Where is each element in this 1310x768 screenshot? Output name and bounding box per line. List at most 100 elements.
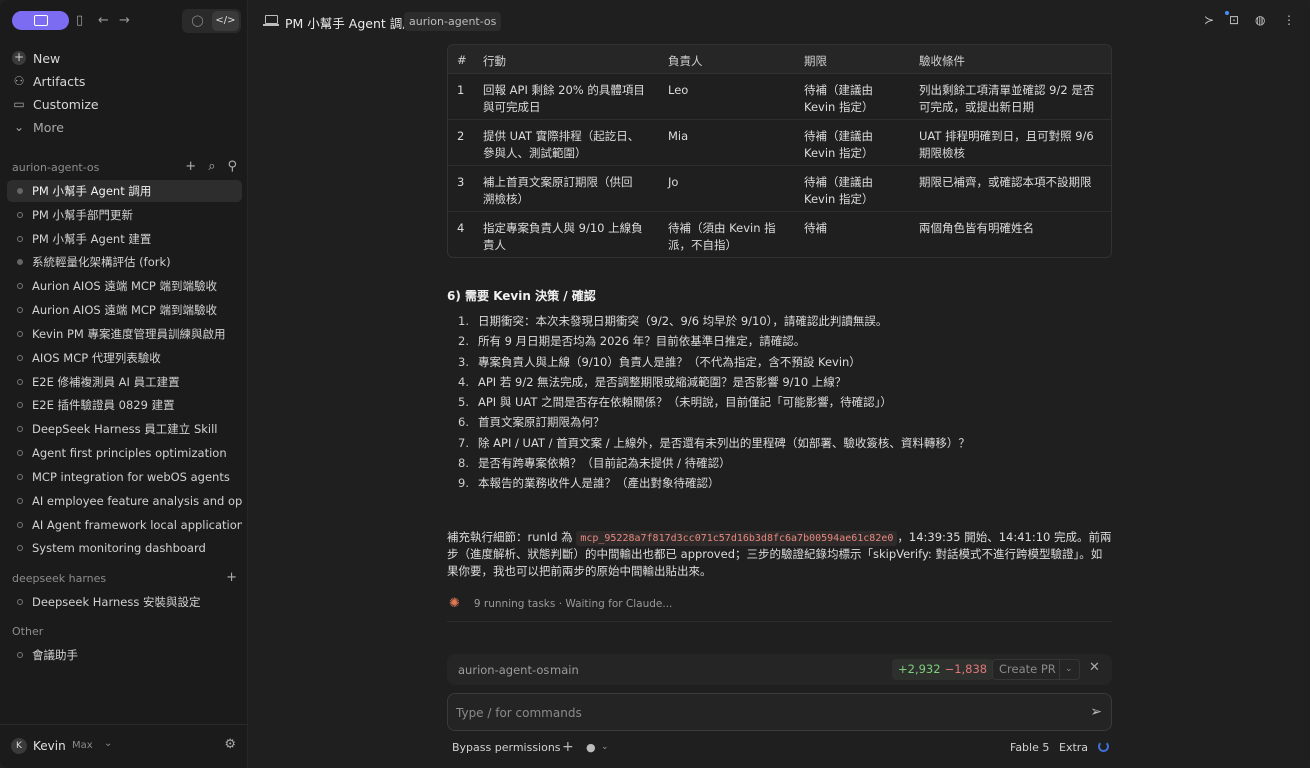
chat-mode-icon[interactable]: ◯ (184, 11, 211, 31)
microphone-icon[interactable]: ● (586, 741, 596, 754)
status-dot-icon (17, 259, 23, 265)
laptop-icon (263, 15, 279, 26)
mode-switch: ◯ </> (182, 9, 241, 33)
list-item-text: API 若 9/2 無法完成，是否調整期限或縮減範圍？是否影響 9/10 上線？ (478, 374, 847, 389)
user-name[interactable]: Kevin (33, 739, 66, 753)
nav-artifacts[interactable]: ⚇ Artifacts (12, 71, 86, 91)
create-pr-button[interactable]: Create PR ⌄ (992, 659, 1080, 680)
thread-item[interactable]: Aurion AIOS 遠端 MCP 端到端驗收 (7, 299, 242, 321)
close-icon[interactable]: ✕ (1089, 660, 1100, 675)
column-header: 負責人 (668, 54, 703, 68)
permissions-selector[interactable]: Bypass permissions (452, 741, 561, 754)
thread-item[interactable]: Deepseek Harness 安裝與設定 (7, 591, 242, 613)
preview-icon[interactable]: ⊡ (1229, 13, 1239, 27)
column-header: # (457, 53, 467, 67)
run-id-code: mcp_95228a7f817d3cc071c57d16b3d8fc6a7b00… (576, 531, 898, 546)
thread-item[interactable]: AI employee feature analysis and optim (7, 490, 242, 512)
thread-item[interactable]: DeepSeek Harness 員工建立 Skill (7, 418, 242, 440)
send-icon[interactable]: ➢ (1090, 704, 1102, 720)
status-dot-icon (17, 450, 23, 456)
thread-label: AIOS MCP 代理列表驗收 (32, 351, 161, 365)
thread-item[interactable]: E2E 插件驗證員 0829 建置 (7, 394, 242, 416)
thread-item[interactable]: E2E 修補複測員 AI 員工建置 (7, 371, 242, 393)
globe-icon[interactable]: ◍ (1255, 13, 1265, 27)
thread-label: 會議助手 (32, 648, 78, 662)
plus-icon[interactable]: + (562, 739, 574, 755)
branch-name[interactable]: main (550, 663, 579, 677)
nav-new[interactable]: + New (12, 48, 60, 68)
thread-item[interactable]: PM 小幫手部門更新 (7, 204, 242, 226)
status-dot-icon (17, 331, 23, 337)
thread-label: PM 小幫手部門更新 (32, 208, 134, 222)
status-dot-icon (17, 236, 23, 242)
add-thread-icon[interactable]: + (185, 159, 196, 174)
execution-detail: 補充執行細節：runId 為 mcp_95228a7f817d3cc071c57… (447, 529, 1112, 580)
table-cell: 兩個角色皆有明確姓名 (919, 221, 1034, 235)
header: PM 小幫手 Agent 調用 aurion-agent-os ≻ ⊡ ◍ ⋮ (249, 0, 1310, 42)
thread-item[interactable]: Kevin PM 專案進度管理員訓練與啟用 (7, 323, 242, 345)
chevron-down-icon[interactable]: ⌄ (1065, 660, 1073, 679)
thread-item[interactable]: PM 小幫手 Agent 調用 (7, 180, 242, 202)
table-header: # 行動 負責人 期限 驗收條件 (448, 45, 1111, 74)
repo-chip[interactable]: aurion-agent-os (404, 12, 502, 31)
code-mode-icon[interactable]: </> (212, 11, 239, 31)
terminal-icon[interactable]: ≻ (1204, 13, 1214, 27)
lines-removed: −1,838 (944, 662, 988, 676)
thread-label: DeepSeek Harness 員工建立 Skill (32, 422, 218, 436)
nav-customize[interactable]: ▭ Customize (12, 94, 98, 114)
chevron-down-icon[interactable]: ⌄ (601, 742, 609, 752)
table-cell: 待補（須由 Kevin 指 派，不自指） (668, 221, 776, 252)
table-cell: 4 (457, 221, 465, 235)
section-title: 6) 需要 Kevin 決策 / 確認 (447, 289, 596, 303)
divider (447, 621, 1112, 622)
composer-toolbar: Bypass permissions + ● ⌄ Fable 5 Extra (452, 739, 1112, 757)
table-cell: 3 (457, 175, 465, 189)
thread-item[interactable]: 系統輕量化架構評估 (fork) (7, 251, 242, 273)
avatar[interactable]: K (11, 738, 27, 754)
thread-label: 系統輕量化架構評估 (fork) (32, 255, 171, 269)
group-label: deepseek harnes (12, 572, 107, 585)
nav-more[interactable]: ⌄ More (12, 117, 64, 137)
status-dot-icon (17, 599, 23, 605)
list-item: 5. API 與 UAT 之間是否存在依賴關係？（未明說，目前僅記「可能影響，待確… (458, 393, 1108, 413)
list-item-text: 本報告的業務收件人是誰？（產出對象待確認） (478, 476, 720, 491)
model-selector[interactable]: Fable 5 (1010, 741, 1049, 754)
more-icon[interactable]: ⋮ (1283, 13, 1295, 27)
thread-item[interactable]: AIOS MCP 代理列表驗收 (7, 347, 242, 369)
forward-arrow-icon[interactable]: → (119, 13, 130, 29)
table-cell: 待補（建議由 Kevin 指定） (804, 83, 874, 114)
list-item: 3. 專案負責人與上線（9/10）負責人是誰？（不代為指定，含不預設 Kevin） (458, 353, 1108, 373)
search-icon[interactable]: ⌕ (208, 159, 215, 174)
chevron-down-icon[interactable]: ⌄ (104, 738, 112, 749)
nav-label: More (33, 119, 64, 135)
list-item-text: 是否有跨專案依賴？（目前記為未提供 / 待確認） (478, 456, 731, 471)
table-cell: 1 (457, 83, 465, 97)
chevron-down-icon: ⌄ (13, 120, 25, 134)
thread-item[interactable]: Agent first principles optimization (7, 442, 242, 464)
diff-stats[interactable]: +2,932 −1,838 (892, 659, 994, 680)
gear-icon[interactable]: ⚙ (224, 737, 236, 752)
table-cell: 期限已補齊，或確認本項不設期限 (919, 175, 1092, 189)
filter-icon[interactable]: ⚲ (227, 159, 237, 174)
thread-label: PM 小幫手 Agent 建置 (32, 232, 152, 246)
running-text: 9 running tasks · Waiting for Claude... (473, 597, 673, 610)
thread-item[interactable]: MCP integration for webOS agents (7, 466, 242, 488)
list-item-text: 日期衝突：本次未發現日期衝突（9/2、9/6 均早於 9/10），請確認此判讀無… (478, 314, 888, 328)
thread-item[interactable]: PM 小幫手 Agent 建置 (7, 228, 242, 250)
effort-selector[interactable]: Extra (1059, 741, 1088, 754)
sidebar-toggle-icon[interactable]: ▯ (76, 13, 83, 29)
thread-item[interactable]: System monitoring dashboard (7, 537, 242, 559)
divider (1059, 660, 1060, 679)
spark-icon: ✺ (449, 596, 460, 611)
plus-icon: + (12, 50, 26, 65)
composer: ➢ (447, 693, 1112, 731)
back-arrow-icon[interactable]: ← (98, 13, 109, 29)
thread-item[interactable]: Aurion AIOS 遠端 MCP 端到端驗收 (7, 275, 242, 297)
workspace-toggle[interactable] (12, 11, 69, 30)
thread-item[interactable]: 會議助手 (7, 644, 242, 666)
group-label: Other (12, 625, 44, 638)
status-dot-icon (17, 307, 23, 313)
add-thread-icon[interactable]: + (226, 570, 237, 585)
message-input[interactable] (456, 703, 1056, 723)
thread-item[interactable]: AI Agent framework local application (7, 514, 242, 536)
